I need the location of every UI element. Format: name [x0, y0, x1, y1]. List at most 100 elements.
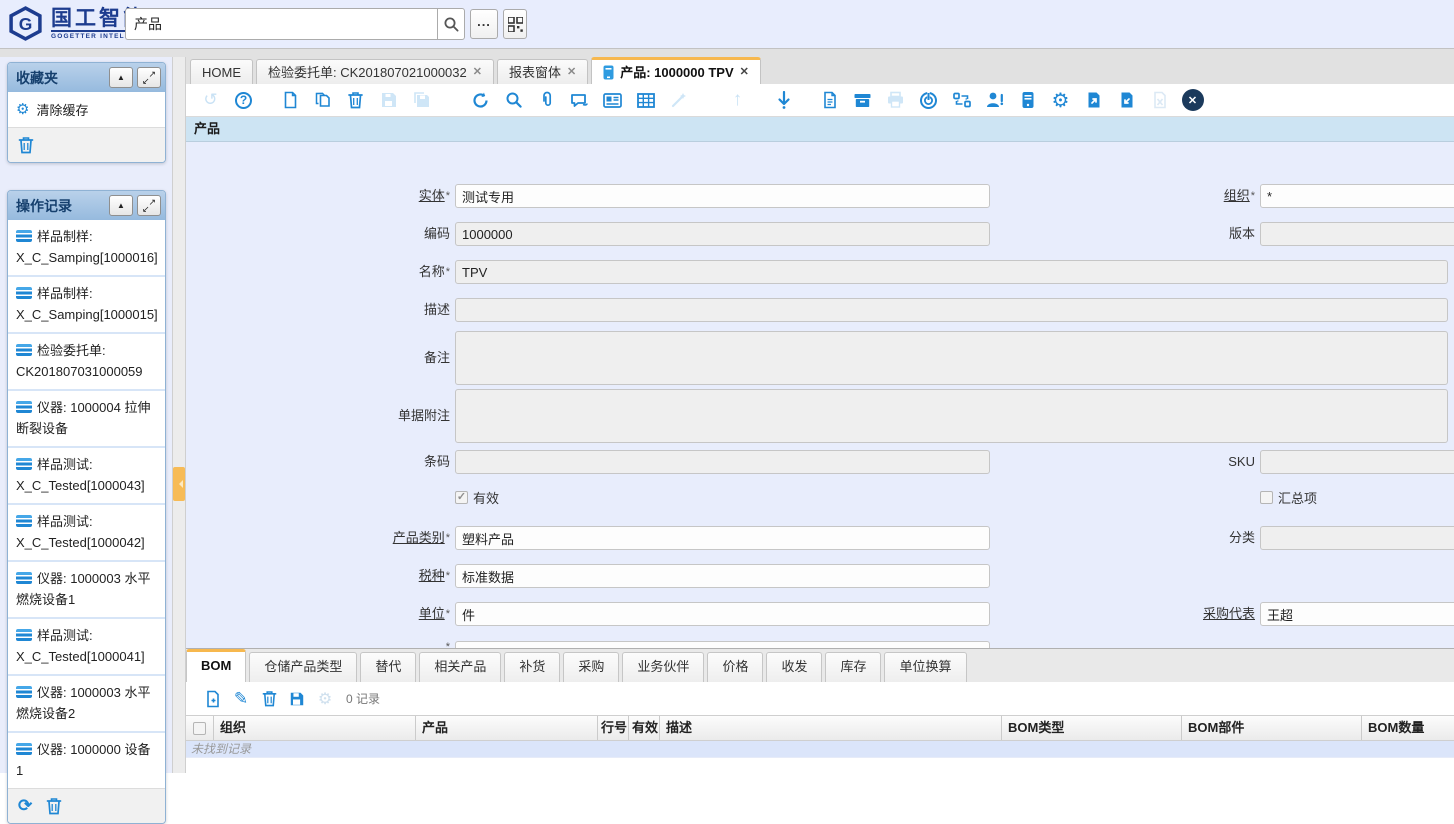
category-field[interactable] — [455, 526, 990, 550]
import-file-icon[interactable] — [1110, 87, 1143, 113]
favorites-item-clear-cache[interactable]: ⚙ 清除缓存 — [8, 92, 165, 127]
column-header-bom-qty[interactable]: BOM数量 — [1362, 716, 1454, 740]
detail-record-icon[interactable] — [767, 87, 800, 113]
refresh-icon[interactable] — [464, 87, 497, 113]
pdf-export-icon[interactable] — [813, 87, 846, 113]
save-row-icon[interactable] — [288, 690, 306, 708]
record-icon — [16, 458, 32, 470]
column-header-org[interactable]: 组织 — [214, 716, 416, 740]
tab-home[interactable]: HOME — [190, 59, 253, 84]
favorites-expand-button[interactable]: ↗↙ — [137, 67, 161, 88]
report-icon[interactable] — [596, 87, 629, 113]
partial-field[interactable] — [455, 641, 990, 648]
search-button[interactable] — [437, 8, 465, 40]
detail-tab-inventory[interactable]: 库存 — [825, 652, 881, 682]
history-item[interactable]: 样品测试: X_C_Tested[1000041] — [8, 617, 165, 674]
mobile-device-icon[interactable] — [1011, 87, 1044, 113]
qr-code-button[interactable] — [503, 9, 527, 39]
history-item[interactable]: 样品测试: X_C_Tested[1000043] — [8, 446, 165, 503]
history-item[interactable]: 仪器: 1000003 水平燃烧设备2 — [8, 674, 165, 731]
favorites-title: 收藏夹 — [16, 68, 105, 88]
field-label-entity[interactable]: 实体* — [320, 184, 450, 208]
trash-icon[interactable] — [18, 136, 34, 154]
tab-product-active[interactable]: 产品: 1000000 TPV✕ — [591, 57, 761, 84]
entity-field[interactable] — [455, 184, 990, 208]
tab-report-window[interactable]: 报表窗体✕ — [497, 59, 588, 84]
detail-tab-shipping[interactable]: 收发 — [766, 652, 822, 682]
org-field[interactable] — [1260, 184, 1454, 208]
field-label-barcode: 条码 — [320, 450, 450, 474]
delete-record-icon[interactable] — [339, 87, 372, 113]
history-item[interactable]: 仪器: 1000004 拉伸断裂设备 — [8, 389, 165, 446]
user-request-icon[interactable] — [978, 87, 1011, 113]
history-collapse-button[interactable]: ▲ — [109, 195, 133, 216]
detail-tab-warehouse-type[interactable]: 仓储产品类型 — [249, 652, 357, 682]
detail-tab-related-product[interactable]: 相关产品 — [419, 652, 501, 682]
column-header-description[interactable]: 描述 — [660, 716, 1002, 740]
close-icon[interactable]: ✕ — [740, 61, 749, 84]
history-title: 操作记录 — [16, 196, 105, 216]
workflow-start-icon[interactable] — [912, 87, 945, 113]
column-header-line-no[interactable]: 行号 — [598, 716, 629, 740]
chat-icon[interactable] — [563, 87, 596, 113]
history-item[interactable]: 仪器: 1000000 设备1 — [8, 731, 165, 788]
record-icon — [16, 344, 32, 356]
field-label-category[interactable]: 产品类别* — [320, 526, 450, 550]
field-label-tax[interactable]: 税种* — [320, 564, 450, 588]
tab-inspection-order[interactable]: 检验委托单: CK201807021000032✕ — [256, 59, 494, 84]
description-field — [455, 298, 1448, 322]
column-header-bom-part[interactable]: BOM部件 — [1182, 716, 1362, 740]
history-expand-button[interactable]: ↗↙ — [137, 195, 161, 216]
history-item[interactable]: 检验委托单: CK201807031000059 — [8, 332, 165, 389]
field-label-unit[interactable]: 单位* — [320, 602, 450, 626]
splitter-collapse-handle[interactable] — [173, 467, 185, 501]
more-options-button[interactable]: ... — [470, 9, 498, 39]
grid-icon[interactable] — [629, 87, 662, 113]
tax-field[interactable] — [455, 564, 990, 588]
global-search-input[interactable] — [125, 8, 437, 40]
detail-tab-uom-conversion[interactable]: 单位换算 — [884, 652, 966, 682]
workflow-transfer-icon[interactable] — [945, 87, 978, 113]
field-label-remark: 备注 — [320, 346, 450, 370]
column-header-active[interactable]: 有效 — [629, 716, 660, 740]
unit-field[interactable] — [455, 602, 990, 626]
close-icon[interactable]: ✕ — [473, 61, 482, 84]
detail-tab-business-partner[interactable]: 业务伙伴 — [622, 652, 704, 682]
detail-tab-price[interactable]: 价格 — [707, 652, 763, 682]
refresh-icon[interactable]: ⟳ — [18, 798, 32, 814]
column-header-bom-type[interactable]: BOM类型 — [1002, 716, 1182, 740]
detail-tab-bom[interactable]: BOM — [186, 649, 246, 682]
field-label-classification: 分类 — [1125, 526, 1255, 550]
help-icon[interactable]: ? — [227, 87, 260, 113]
buyer-field[interactable] — [1260, 602, 1454, 626]
summary-checkbox-label: 汇总项 — [1278, 488, 1317, 507]
archive-icon[interactable] — [846, 87, 879, 113]
detail-tab-replenish[interactable]: 补货 — [504, 652, 560, 682]
add-row-icon[interactable] — [204, 690, 222, 708]
new-record-icon[interactable] — [273, 87, 306, 113]
settings-icon[interactable]: ⚙ — [1044, 87, 1077, 113]
history-item[interactable]: 样品测试: X_C_Tested[1000042] — [8, 503, 165, 560]
history-item[interactable]: 样品制样: X_C_Samping[1000015] — [8, 275, 165, 332]
close-icon[interactable]: ✕ — [567, 61, 576, 84]
select-all-checkbox[interactable] — [193, 722, 206, 735]
excel-export-icon — [1143, 87, 1176, 113]
field-label-buyer[interactable]: 采购代表 — [1125, 602, 1255, 626]
grid-header: 组织 产品 行号 有效 描述 BOM类型 BOM部件 BOM数量 — [186, 715, 1454, 741]
edit-row-icon[interactable]: ✎ — [232, 690, 250, 708]
favorites-collapse-button[interactable]: ▲ — [109, 67, 133, 88]
column-header-product[interactable]: 产品 — [416, 716, 598, 740]
delete-row-icon[interactable] — [260, 690, 278, 708]
field-label-org[interactable]: 组织* — [1125, 184, 1255, 208]
field-label-next-partial: * — [320, 635, 450, 648]
history-item[interactable]: 样品制样: X_C_Samping[1000016] — [8, 220, 165, 275]
export-file-icon[interactable] — [1077, 87, 1110, 113]
detail-tab-substitute[interactable]: 替代 — [360, 652, 416, 682]
close-window-icon[interactable]: ✕ — [1176, 87, 1209, 113]
detail-tab-purchasing[interactable]: 采购 — [563, 652, 619, 682]
trash-icon[interactable] — [46, 797, 62, 815]
history-item[interactable]: 仪器: 1000003 水平燃烧设备1 — [8, 560, 165, 617]
search-icon[interactable] — [497, 87, 530, 113]
attachment-icon[interactable] — [530, 87, 563, 113]
copy-record-icon[interactable] — [306, 87, 339, 113]
